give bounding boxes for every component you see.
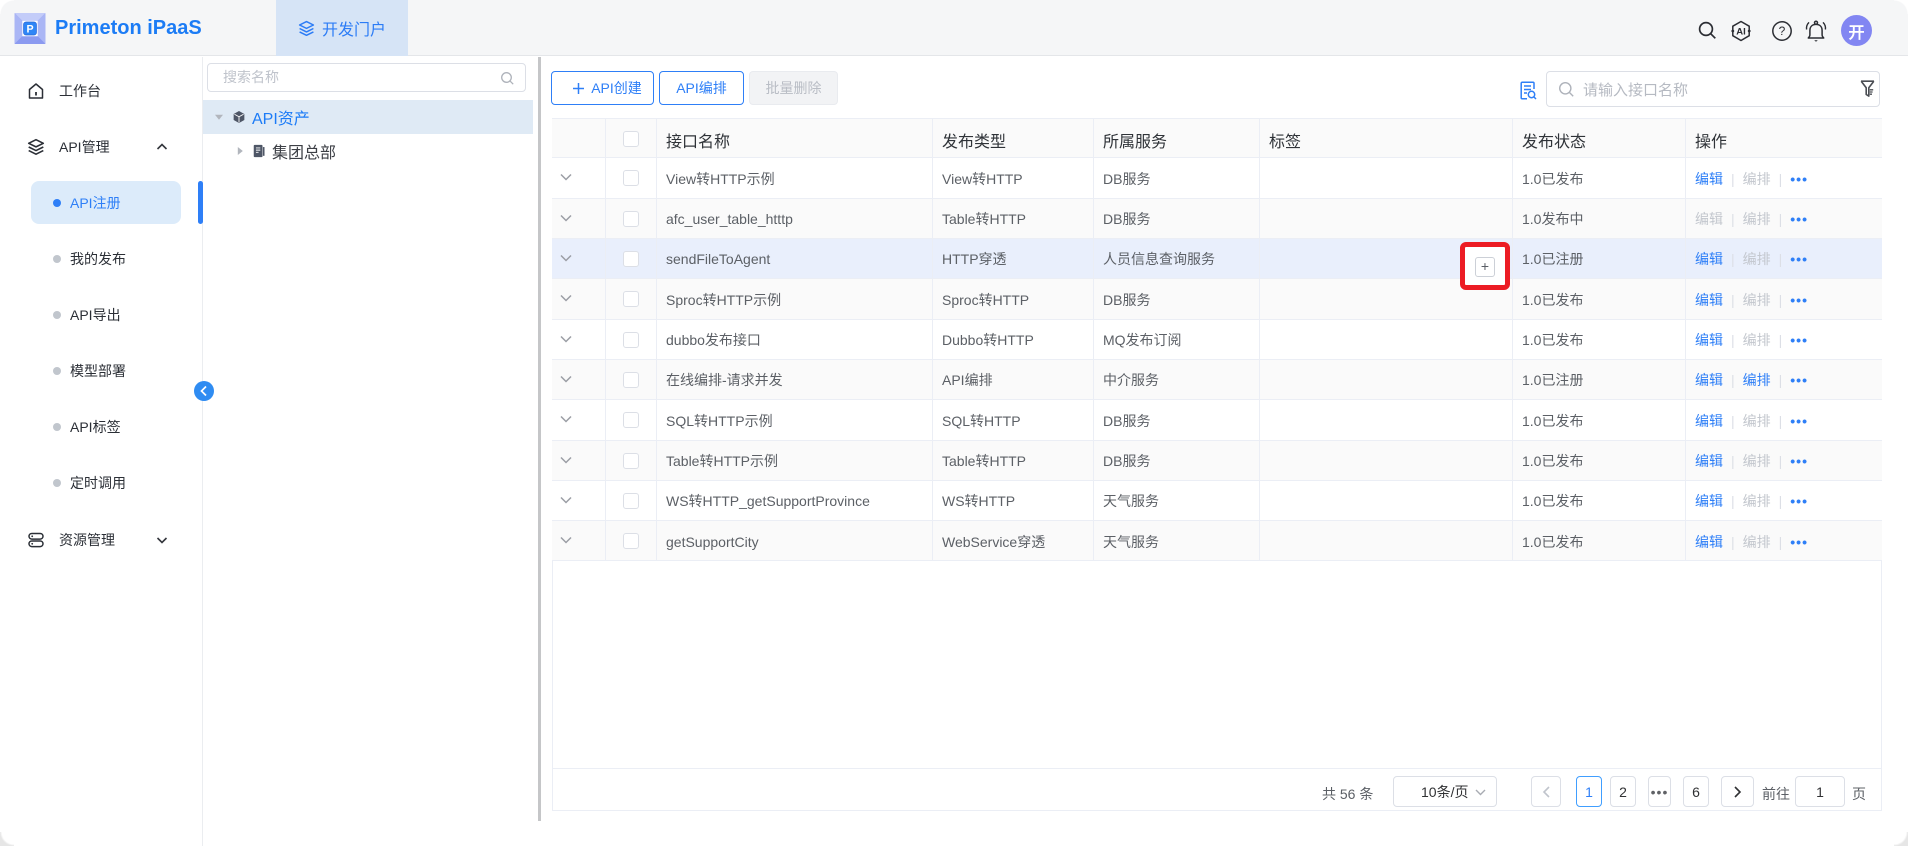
svg-text:AI: AI [1736,27,1746,38]
svg-text:P: P [26,23,33,35]
svg-text:?: ? [1779,24,1786,38]
